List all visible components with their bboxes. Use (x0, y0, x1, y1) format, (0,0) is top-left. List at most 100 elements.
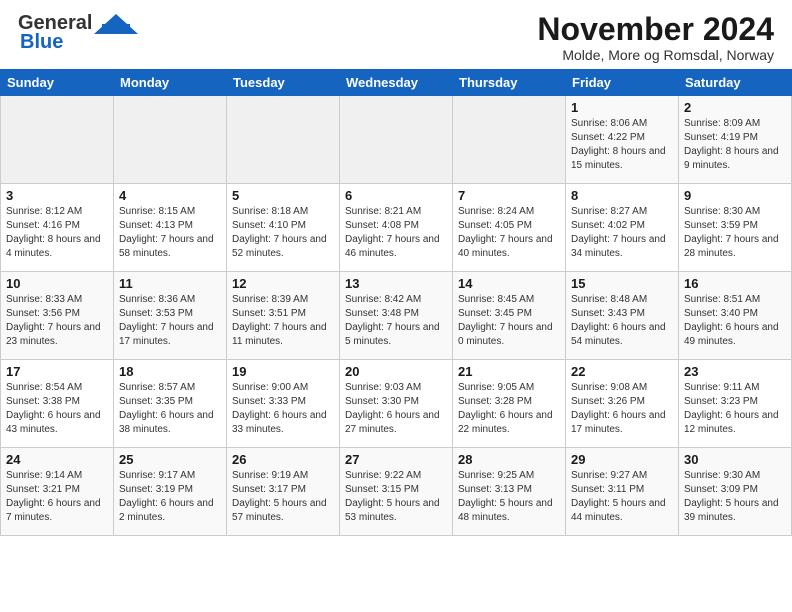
day-number: 12 (232, 276, 334, 291)
calendar-cell: 13 Sunrise: 8:42 AM Sunset: 3:48 PM Dayli… (340, 272, 453, 360)
day-number: 24 (6, 452, 108, 467)
day-info: Sunrise: 8:42 AM Sunset: 3:48 PM Dayligh… (345, 293, 447, 349)
day-info: Sunrise: 9:17 AM Sunset: 3:19 PM Dayligh… (119, 469, 221, 525)
day-info: Sunrise: 9:14 AM Sunset: 3:21 PM Dayligh… (6, 469, 108, 525)
day-number: 2 (684, 100, 786, 115)
day-number: 5 (232, 188, 334, 203)
logo: General Blue (18, 12, 138, 54)
calendar-cell: 4Sunrise: 8:15 AM Sunset: 4:13 PM Daylig… (114, 184, 227, 272)
page-header: General Blue November 2024 Molde, More o… (0, 0, 792, 69)
title-area: November 2024 Molde, More og Romsdal, No… (537, 12, 774, 63)
day-number: 8 (571, 188, 673, 203)
calendar-cell: 17 Sunrise: 8:54 AM Sunset: 3:38 PM Dayli… (1, 360, 114, 448)
calendar-cell: 6 Sunrise: 8:21 AM Sunset: 4:08 PM Daylig… (340, 184, 453, 272)
calendar-table: SundayMondayTuesdayWednesdayThursdayFrid… (0, 69, 792, 536)
day-number: 11 (119, 276, 221, 291)
day-number: 19 (232, 364, 334, 379)
day-info: Sunrise: 8:30 AM Sunset: 3:59 PM Dayligh… (684, 205, 786, 261)
calendar-cell: 5 Sunrise: 8:18 AM Sunset: 4:10 PM Daylig… (227, 184, 340, 272)
calendar-cell (1, 96, 114, 184)
day-number: 6 (345, 188, 447, 203)
weekday-header-tuesday: Tuesday (227, 70, 340, 96)
calendar-cell (227, 96, 340, 184)
day-number: 14 (458, 276, 560, 291)
day-number: 27 (345, 452, 447, 467)
calendar-cell: 26 Sunrise: 9:19 AM Sunset: 3:17 PM Dayli… (227, 448, 340, 536)
day-info: Sunrise: 8:39 AM Sunset: 3:51 PM Dayligh… (232, 293, 334, 349)
calendar-cell: 1 Sunrise: 8:06 AM Sunset: 4:22 PM Daylig… (566, 96, 679, 184)
calendar-week-1: 1 Sunrise: 8:06 AM Sunset: 4:22 PM Daylig… (1, 96, 792, 184)
day-number: 13 (345, 276, 447, 291)
day-number: 17 (6, 364, 108, 379)
calendar-cell (114, 96, 227, 184)
logo-blue-text: Blue (20, 31, 63, 54)
day-number: 16 (684, 276, 786, 291)
calendar-cell: 30Sunrise: 9:30 AM Sunset: 3:09 PM Dayli… (679, 448, 792, 536)
day-number: 22 (571, 364, 673, 379)
calendar-cell: 25 Sunrise: 9:17 AM Sunset: 3:19 PM Dayli… (114, 448, 227, 536)
day-info: Sunrise: 8:21 AM Sunset: 4:08 PM Dayligh… (345, 205, 447, 261)
day-number: 25 (119, 452, 221, 467)
day-info: Sunrise: 8:18 AM Sunset: 4:10 PM Dayligh… (232, 205, 334, 261)
day-info: Sunrise: 8:09 AM Sunset: 4:19 PM Dayligh… (684, 117, 786, 173)
calendar-cell: 20Sunrise: 9:03 AM Sunset: 3:30 PM Dayli… (340, 360, 453, 448)
weekday-header-sunday: Sunday (1, 70, 114, 96)
day-info: Sunrise: 8:36 AM Sunset: 3:53 PM Dayligh… (119, 293, 221, 349)
day-number: 15 (571, 276, 673, 291)
calendar-cell: 8 Sunrise: 8:27 AM Sunset: 4:02 PM Daylig… (566, 184, 679, 272)
weekday-header-thursday: Thursday (453, 70, 566, 96)
day-number: 4 (119, 188, 221, 203)
calendar-cell: 23Sunrise: 9:11 AM Sunset: 3:23 PM Dayli… (679, 360, 792, 448)
day-number: 1 (571, 100, 673, 115)
calendar-cell: 21 Sunrise: 9:05 AM Sunset: 3:28 PM Dayli… (453, 360, 566, 448)
day-info: Sunrise: 8:45 AM Sunset: 3:45 PM Dayligh… (458, 293, 560, 349)
day-number: 18 (119, 364, 221, 379)
day-number: 26 (232, 452, 334, 467)
day-info: Sunrise: 9:30 AM Sunset: 3:09 PM Dayligh… (684, 469, 786, 525)
day-info: Sunrise: 9:22 AM Sunset: 3:15 PM Dayligh… (345, 469, 447, 525)
calendar-week-4: 17 Sunrise: 8:54 AM Sunset: 3:38 PM Dayli… (1, 360, 792, 448)
day-number: 7 (458, 188, 560, 203)
calendar-cell: 7 Sunrise: 8:24 AM Sunset: 4:05 PM Daylig… (453, 184, 566, 272)
calendar-cell (453, 96, 566, 184)
month-title: November 2024 (537, 12, 774, 47)
day-number: 28 (458, 452, 560, 467)
day-info: Sunrise: 9:00 AM Sunset: 3:33 PM Dayligh… (232, 381, 334, 437)
calendar-cell: 12 Sunrise: 8:39 AM Sunset: 3:51 PM Dayli… (227, 272, 340, 360)
day-info: Sunrise: 8:54 AM Sunset: 3:38 PM Dayligh… (6, 381, 108, 437)
day-info: Sunrise: 8:24 AM Sunset: 4:05 PM Dayligh… (458, 205, 560, 261)
day-number: 3 (6, 188, 108, 203)
calendar-cell: 27 Sunrise: 9:22 AM Sunset: 3:15 PM Dayli… (340, 448, 453, 536)
day-number: 23 (684, 364, 786, 379)
calendar-week-2: 3Sunrise: 8:12 AM Sunset: 4:16 PM Daylig… (1, 184, 792, 272)
day-number: 29 (571, 452, 673, 467)
calendar-cell (340, 96, 453, 184)
weekday-header-wednesday: Wednesday (340, 70, 453, 96)
calendar-cell: 3Sunrise: 8:12 AM Sunset: 4:16 PM Daylig… (1, 184, 114, 272)
day-number: 9 (684, 188, 786, 203)
calendar-cell: 29Sunrise: 9:27 AM Sunset: 3:11 PM Dayli… (566, 448, 679, 536)
day-number: 21 (458, 364, 560, 379)
calendar-cell: 11 Sunrise: 8:36 AM Sunset: 3:53 PM Dayli… (114, 272, 227, 360)
calendar-cell: 22 Sunrise: 9:08 AM Sunset: 3:26 PM Dayli… (566, 360, 679, 448)
calendar-cell: 28 Sunrise: 9:25 AM Sunset: 3:13 PM Dayli… (453, 448, 566, 536)
day-info: Sunrise: 8:33 AM Sunset: 3:56 PM Dayligh… (6, 293, 108, 349)
day-number: 20 (345, 364, 447, 379)
calendar-week-5: 24 Sunrise: 9:14 AM Sunset: 3:21 PM Dayli… (1, 448, 792, 536)
calendar-cell: 15 Sunrise: 8:48 AM Sunset: 3:43 PM Dayli… (566, 272, 679, 360)
calendar-cell: 18Sunrise: 8:57 AM Sunset: 3:35 PM Dayli… (114, 360, 227, 448)
calendar-header-row: SundayMondayTuesdayWednesdayThursdayFrid… (1, 70, 792, 96)
day-info: Sunrise: 9:25 AM Sunset: 3:13 PM Dayligh… (458, 469, 560, 525)
logo-icon (94, 14, 138, 34)
day-info: Sunrise: 8:27 AM Sunset: 4:02 PM Dayligh… (571, 205, 673, 261)
day-info: Sunrise: 8:06 AM Sunset: 4:22 PM Dayligh… (571, 117, 673, 173)
calendar-cell: 2 Sunrise: 8:09 AM Sunset: 4:19 PM Daylig… (679, 96, 792, 184)
day-info: Sunrise: 9:19 AM Sunset: 3:17 PM Dayligh… (232, 469, 334, 525)
calendar-cell: 9 Sunrise: 8:30 AM Sunset: 3:59 PM Daylig… (679, 184, 792, 272)
calendar-cell: 14 Sunrise: 8:45 AM Sunset: 3:45 PM Dayli… (453, 272, 566, 360)
calendar-cell: 16Sunrise: 8:51 AM Sunset: 3:40 PM Dayli… (679, 272, 792, 360)
day-info: Sunrise: 9:08 AM Sunset: 3:26 PM Dayligh… (571, 381, 673, 437)
day-info: Sunrise: 9:05 AM Sunset: 3:28 PM Dayligh… (458, 381, 560, 437)
location-text: Molde, More og Romsdal, Norway (537, 47, 774, 63)
day-info: Sunrise: 8:48 AM Sunset: 3:43 PM Dayligh… (571, 293, 673, 349)
